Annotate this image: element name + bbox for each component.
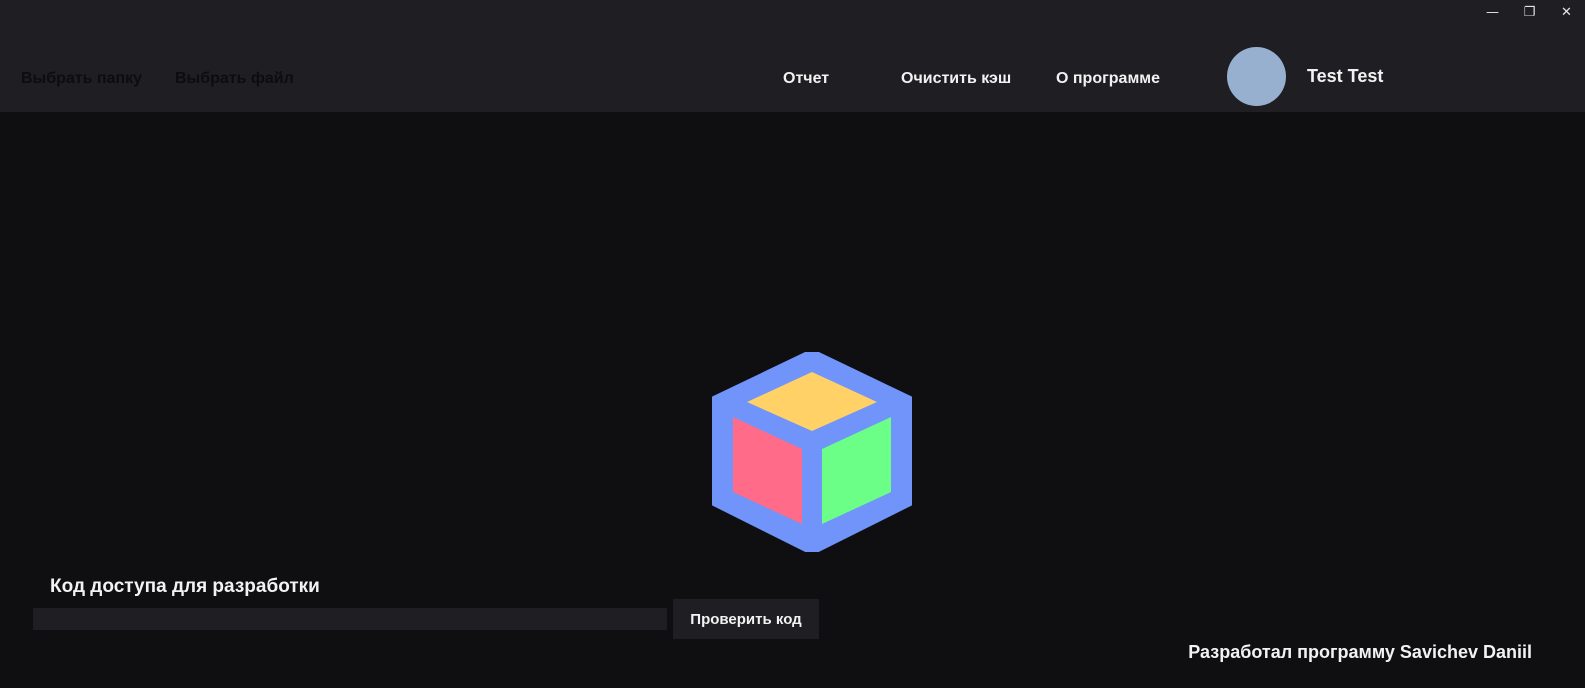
dev-access-code-input[interactable]	[33, 608, 667, 630]
app-window: — ❐ ✕ Выбрать папку Выбрать файл Отчет О…	[0, 0, 1585, 688]
developer-credits: Разработал программу Savichev Daniil	[1188, 642, 1532, 662]
choose-folder-button[interactable]: Выбрать папку	[21, 70, 142, 88]
cube-logo-icon	[712, 352, 912, 552]
top-bar: — ❐ ✕ Выбрать папку Выбрать файл Отчет О…	[0, 0, 1585, 112]
window-controls: — ❐ ✕	[1474, 0, 1585, 24]
check-code-button[interactable]: Проверить код	[673, 599, 819, 639]
restore-icon[interactable]: ❐	[1511, 0, 1548, 24]
avatar[interactable]	[1227, 47, 1286, 106]
dev-access-label: Код доступа для разработки	[50, 576, 320, 597]
close-icon[interactable]: ✕	[1548, 0, 1585, 24]
choose-file-button[interactable]: Выбрать файл	[175, 70, 294, 88]
minimize-icon[interactable]: —	[1474, 0, 1511, 24]
about-button[interactable]: О программе	[1056, 70, 1160, 88]
report-button[interactable]: Отчет	[783, 70, 829, 88]
user-name: Test Test	[1307, 66, 1384, 86]
clear-cache-button[interactable]: Очистить кэш	[901, 70, 1011, 88]
